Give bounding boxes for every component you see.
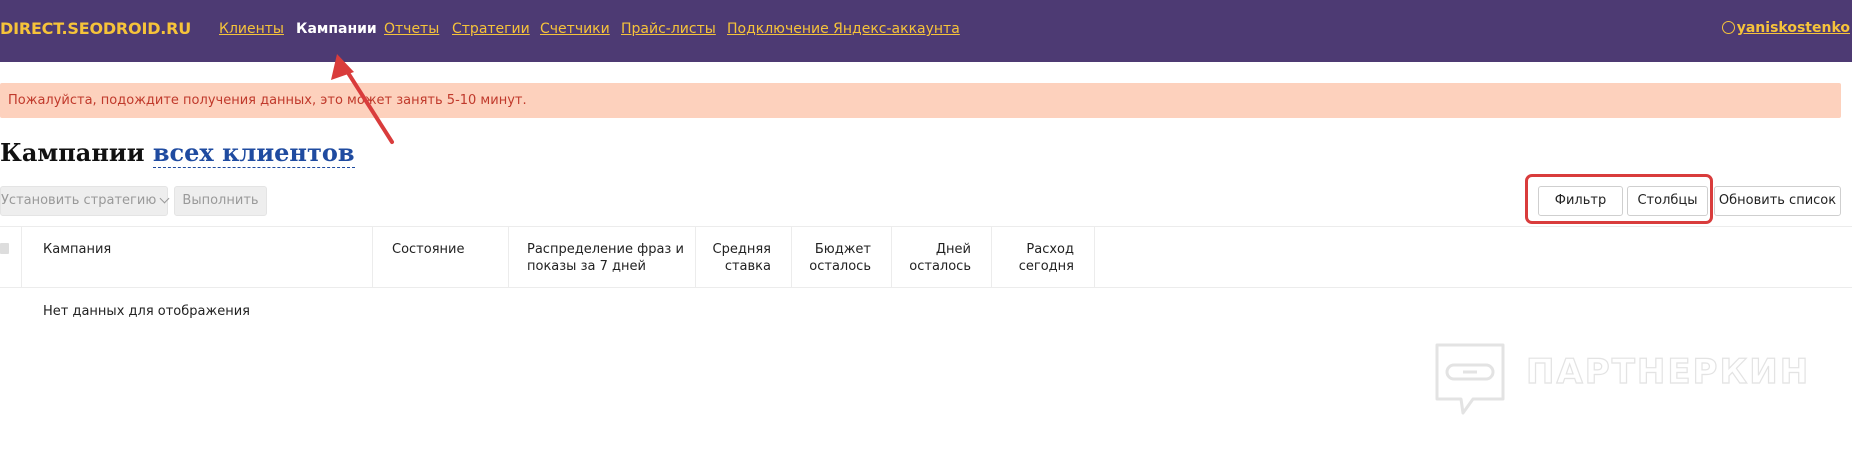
annotation-arrow: [331, 54, 394, 144]
